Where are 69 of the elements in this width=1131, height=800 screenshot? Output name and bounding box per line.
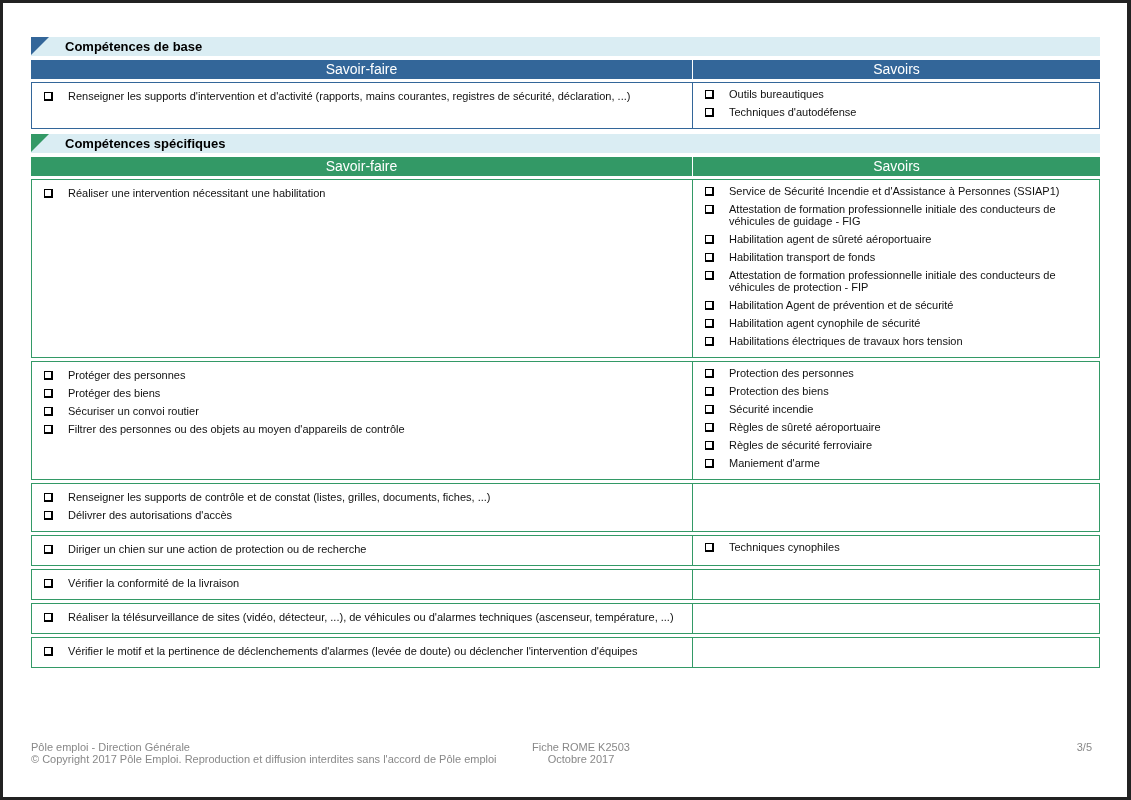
skill-text: Réaliser une intervention nécessitant une habilitation: [68, 187, 327, 199]
skill-text: Protéger des biens: [68, 387, 162, 399]
bullet-box-icon: [705, 205, 714, 214]
skill-text: Protéger des personnes: [68, 369, 187, 381]
footer-text: Fiche ROME K2503: [532, 741, 630, 753]
knowledge-text: Service de Sécurité Incendie et d'Assistance à Personnes (SSIAP1): [729, 185, 1061, 197]
bullet-box-icon: [44, 371, 53, 380]
knowledge-text: Protection des biens: [729, 385, 830, 397]
knowledge-text: Maniement d'arme: [729, 457, 821, 469]
column-header: Savoir-faire: [31, 60, 692, 79]
skill-text: Filtrer des personnes ou des objets au moyen d'appareils de contrôle: [68, 423, 406, 435]
bullet-box-icon: [44, 545, 53, 554]
knowledge-text: Habilitation transport de fonds: [729, 251, 877, 263]
knowledge-text: Habilitation Agent de prévention et de sécurité: [729, 299, 955, 311]
column-header: Savoir-faire: [31, 157, 692, 176]
bullet-box-icon: [44, 425, 53, 434]
footer-text: Pôle emploi - Direction Générale: [31, 741, 191, 753]
skill-text: Sécuriser un convoi routier: [68, 405, 200, 417]
bullet-box-icon: [705, 108, 714, 117]
knowledge-text: Règles de sûreté aéroportuaire: [729, 421, 882, 433]
bullet-box-icon: [44, 92, 53, 101]
bullet-box-icon: [44, 613, 53, 622]
bullet-box-icon: [705, 337, 714, 346]
skill-text: Renseigner les supports de contrôle et de constat (listes, grilles, documents, fiches, ...): [68, 491, 492, 503]
skill-text: Vérifier la conformité de la livraison: [68, 577, 241, 589]
bullet-box-icon: [44, 647, 53, 656]
knowledge-text: Techniques cynophiles: [729, 541, 841, 553]
bullet-box-icon: [705, 459, 714, 468]
section-title: Compétences de base: [65, 39, 203, 54]
bullet-box-icon: [705, 387, 714, 396]
knowledge-text: Règles de sécurité ferroviaire: [729, 439, 874, 451]
bullet-box-icon: [705, 90, 714, 99]
footer-text: Octobre 2017: [547, 753, 615, 765]
bullet-box-icon: [44, 511, 53, 520]
bullet-box-icon: [705, 543, 714, 552]
page-number: 3/5: [1076, 741, 1092, 753]
bullet-box-icon: [705, 301, 714, 310]
bullet-box-icon: [705, 253, 714, 262]
column-header: Savoirs: [693, 157, 1100, 176]
bullet-box-icon: [44, 389, 53, 398]
bullet-box-icon: [705, 235, 714, 244]
column-header: Savoirs: [693, 60, 1100, 79]
knowledge-text: Techniques d'autodéfense: [729, 106, 858, 118]
knowledge-text: Habilitation agent cynophile de sécurité: [729, 317, 922, 329]
bullet-box-icon: [705, 369, 714, 378]
bullet-box-icon: [705, 423, 714, 432]
skill-text: Renseigner les supports d'intervention et d'activité (rapports, mains courantes, registres de sécurité, déclaration, ...): [68, 90, 632, 102]
bullet-box-icon: [44, 493, 53, 502]
footer-text: © Copyright 2017 Pôle Emploi. Reproduction et diffusion interdites sans l'accord de Pôle emploi: [31, 753, 498, 765]
knowledge-text: Habilitation agent de sûreté aéroportuaire: [729, 233, 933, 245]
skill-text: Diriger un chien sur une action de protection ou de recherche: [68, 543, 368, 555]
skill-text: Vérifier le motif et la pertinence de déclenchements d'alarmes (levée de doute) ou déclencher l'intervention d'équipes: [68, 645, 639, 657]
bullet-box-icon: [705, 319, 714, 328]
knowledge-text: Habilitations électriques de travaux hors tension: [729, 335, 964, 347]
skill-text: Réaliser la télésurveillance de sites (vidéo, détecteur, ...), de véhicules ou d'alarmes techniques (ascenseur, température, ...): [68, 611, 675, 623]
bullet-box-icon: [44, 407, 53, 416]
knowledge-text: Outils bureautiques: [729, 88, 825, 100]
bullet-box-icon: [705, 187, 714, 196]
section-title: Compétences spécifiques: [65, 136, 226, 151]
bullet-box-icon: [705, 271, 714, 280]
knowledge-text: Attestation de formation professionnelle initiale des conducteurs de véhicules de guidage - FIG: [729, 203, 1057, 227]
bullet-box-icon: [705, 441, 714, 450]
skill-text: Délivrer des autorisations d'accès: [68, 509, 234, 521]
bullet-box-icon: [705, 405, 714, 414]
knowledge-text: Attestation de formation professionnelle initiale des conducteurs de véhicules de protection - FIP: [729, 269, 1057, 293]
bullet-box-icon: [44, 579, 53, 588]
knowledge-text: Sécurité incendie: [729, 403, 815, 415]
bullet-box-icon: [44, 189, 53, 198]
knowledge-text: Protection des personnes: [729, 367, 855, 379]
